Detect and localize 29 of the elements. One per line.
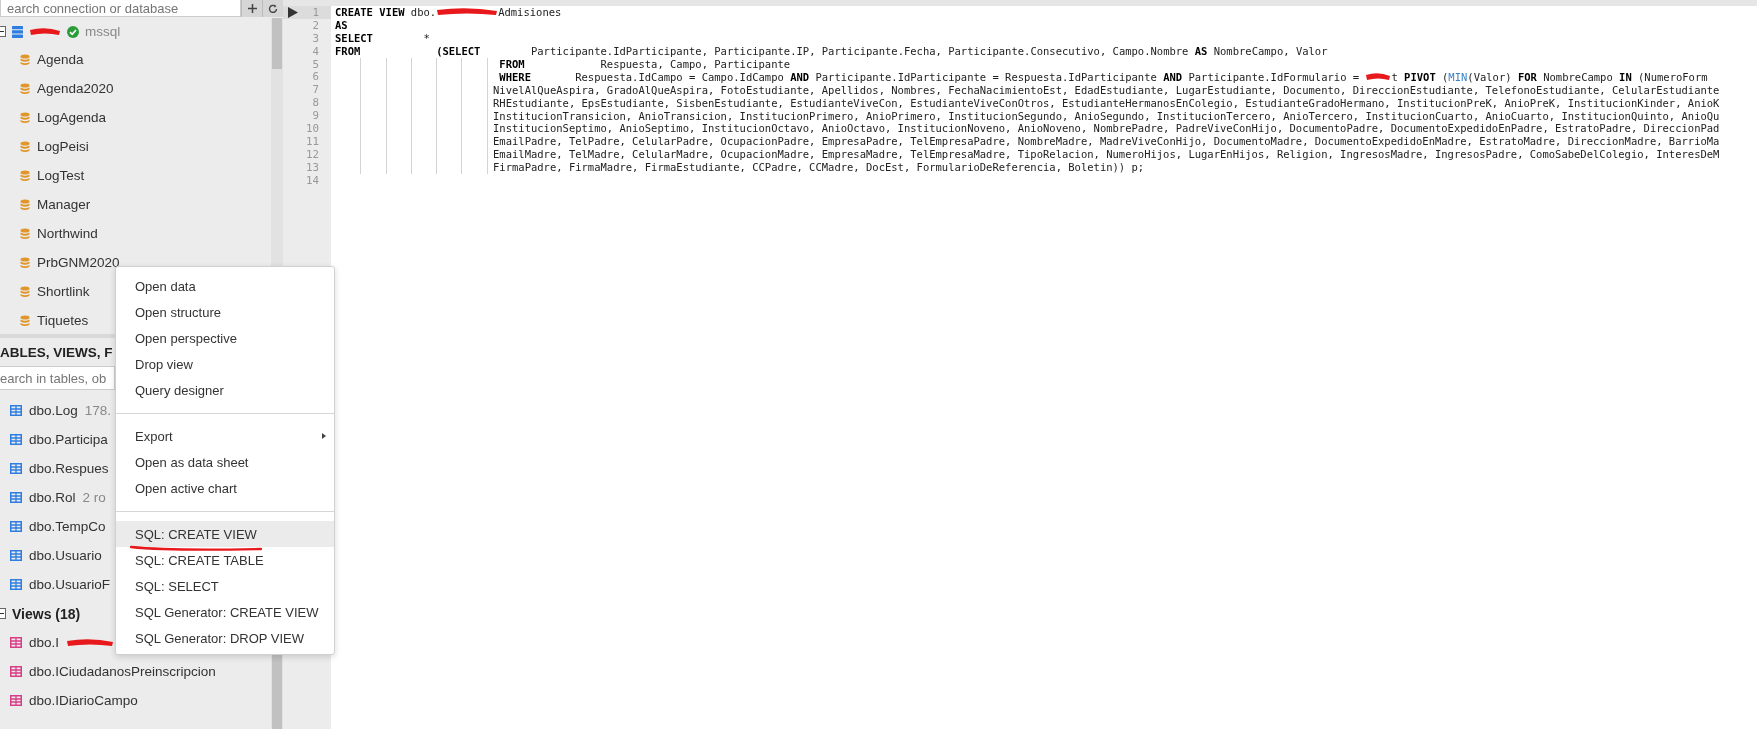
code-line: RHEstudiante, EpsEstudiante, SisbenEstudiante, EstudianteViveCon, EstudianteViveConOtros, EstudianteHermanosEnColegio, EstudianteGradoHermano, InstitucionPreK, AnioPreK, InstitucionKinder, AnioK (335, 96, 1720, 110)
line-number: 7 (312, 83, 319, 97)
line-number: 8 (312, 96, 319, 110)
line-number: 12 (306, 147, 319, 161)
code-line: SELECT * (335, 31, 430, 45)
line-number: 9 (312, 109, 319, 123)
panel-title: ABLES, VIEWS, F (0, 344, 113, 360)
line-number: 13 (306, 160, 319, 174)
code-line: NivelAlQueAspira, GradoAlQueAspira, FotoEstudiante, Apellidos, Nombres, FechaNacimientoEst, EdadEstudiante, LugarEstudiante, Documento, DireccionEstudiante, TelefonoEstudiante, CelularEstudiante (335, 83, 1720, 97)
code-line: WHERE Respuesta.IdCampo = Campo.IdCampo AND Participante.IdParticipante = Respuesta.IdParticipante AND Participante.IdFormulario = t PIVOT (MIN(Valor) FOR NombreCampo IN (NumeroForm (335, 70, 1708, 84)
driver-label: mssql (85, 24, 121, 39)
code-line: FirmaPadre, FirmaMadre, FirmaEstudiante, CCPadre, CCMadre, DocEst, FormularioDeReferencia, Boletin)) p; (335, 160, 1145, 174)
code-line: InstitucionTransicion, AnioTransicion, InstitucionPrimero, AnioPrimero, InstitucionSegundo, AnioSegundo, InstitucionTercero, AnioTercero, InstitucionCuarto, AnioCuarto, InstitucionQuinto, AnioQu (335, 109, 1720, 122)
line-number: 14 (306, 173, 319, 187)
line-number: 1 (312, 5, 319, 19)
line-number: 6 (312, 70, 319, 84)
code-line: CREATE VIEW dbo. Admisiones (335, 6, 562, 19)
line-number: 2 (312, 18, 319, 32)
line-number: 3 (312, 31, 319, 45)
line-number: 5 (312, 57, 319, 71)
code-line: EmailPadre, TelPadre, CelularPadre, OcupacionPadre, EmpresaPadre, TelEmpresaPadre, NombreMadre, MadreViveConHijo, DocumentoMadre, DocumentoExpedidoEnMadre, EstratoMadre, DireccionMadre, BarrioMa (335, 134, 1720, 148)
line-number: 11 (306, 134, 319, 148)
code-line: InstitucionSeptimo, AnioSeptimo, InstitucionOctavo, AnioOctavo, InstitucionNoveno, AnioNoveno, NombrePadre, PadreViveConHijo, DocumentoPadre, DocumentoExpedidoEnPadre, EstratoPadre, DireccionPad (335, 122, 1720, 135)
line-number: 10 (306, 121, 319, 135)
code-line: FROM (SELECT Participante.IdParticipante, Participante.IP, Participante.Fecha, Participante.Consecutivo, Campo.Nombre AS NombreCampo, Valor (335, 44, 1328, 58)
line-number: 4 (312, 44, 319, 58)
code-line: FROM Respuesta, Campo, Participante (335, 57, 791, 71)
code-line: AS (335, 18, 348, 32)
code-line: EmailMadre, TelMadre, CelularMadre, OcupacionMadre, EmpresaMadre, TelEmpresaMadre, TipoRelacion, NumeroHijos, LugarEnHijos, Religion, IngresosMadre, IngresosPadre, ComoSabeDelColegio, InteresDeM (335, 147, 1720, 161)
